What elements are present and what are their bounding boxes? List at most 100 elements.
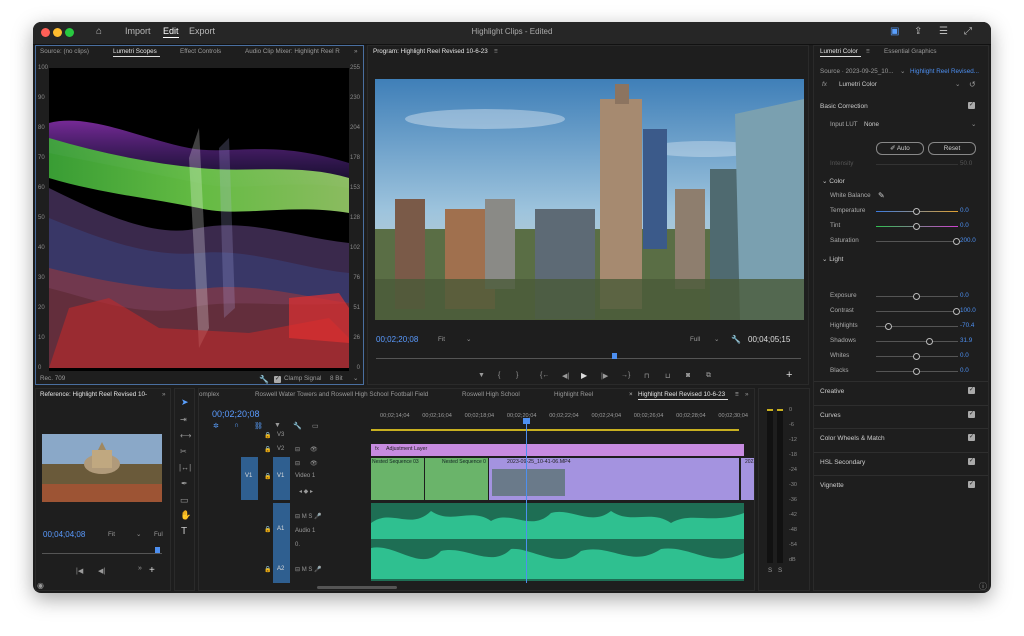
fx-badge[interactable]: fx (822, 81, 827, 88)
param-value[interactable]: 0.0 (960, 222, 969, 229)
timeline-menu-icon[interactable]: ≡ (735, 391, 739, 398)
track-a2-controls[interactable]: ⊟ M S 🎤 (295, 566, 322, 573)
timeline-playhead[interactable] (526, 418, 527, 583)
tab-program[interactable]: Program: Highlight Reel Revised 10-6-23 (373, 48, 488, 55)
reference-scrub-bar[interactable] (42, 553, 162, 554)
panel-overflow-icon[interactable]: » (162, 391, 166, 398)
reset-button[interactable]: Reset (928, 142, 976, 155)
reference-timecode[interactable]: 00;04;04;08 (43, 530, 85, 539)
timeline-scroll-bar[interactable] (317, 586, 397, 589)
timeline-tab[interactable]: Roswell High School (462, 391, 520, 398)
tab-effect-controls[interactable]: Effect Controls (180, 48, 221, 55)
info-icon[interactable]: ⓘ (979, 581, 987, 592)
ripple-edit-icon[interactable]: ⟷ (180, 431, 191, 440)
hand-tool-icon[interactable]: ✋ (180, 510, 191, 521)
param-slider-knob[interactable] (913, 208, 920, 215)
fullscreen-icon[interactable]: ⤢ (964, 27, 972, 37)
marker-icon[interactable]: ▼ (274, 422, 281, 429)
clip-adjustment-layer[interactable]: fx Adjustment Layer (371, 444, 744, 456)
tab-lumetri-color[interactable]: Lumetri Color (820, 48, 858, 55)
track-select-icon[interactable]: ⇥ (180, 415, 187, 424)
program-quality-select[interactable]: Full (690, 336, 700, 343)
param-slider[interactable] (876, 223, 958, 230)
effect-source-label[interactable]: Source · 2023-09-25_10... (820, 68, 894, 75)
go-to-out-icon[interactable]: →} (621, 372, 630, 379)
tab-audio-clip-mixer[interactable]: Audio Clip Mixer: Highlight Reel R (245, 48, 340, 55)
lumetri-section-checkbox[interactable]: ✓ (968, 387, 975, 394)
param-value[interactable]: 0.0 (960, 352, 969, 359)
timeline-ruler[interactable]: 00;02;14;04 00;02;16;04 00;02;18;04 00;02;2… (370, 413, 748, 428)
reference-fit-select[interactable]: Fit (108, 531, 115, 538)
timeline-tab[interactable]: Highlight Reel (554, 391, 593, 398)
param-slider[interactable] (876, 338, 958, 345)
reference-quality-select[interactable]: Ful (154, 531, 163, 538)
mark-out-icon[interactable]: } (516, 372, 518, 379)
timeline-playhead-handle[interactable] (523, 418, 530, 424)
program-scrub-bar[interactable] (376, 358, 801, 359)
effect-target-label[interactable]: Highlight Reel Revised... (910, 68, 979, 75)
param-slider[interactable] (876, 238, 960, 245)
program-fit-select[interactable]: Fit (438, 336, 445, 343)
go-to-in-icon[interactable]: {← (540, 372, 549, 379)
captions-icon[interactable]: ▭ (312, 422, 319, 430)
track-a2-lock-icon[interactable]: 🔒 (264, 566, 271, 573)
keyframe-nav-icon[interactable]: ◂ ◆ ▸ (299, 488, 313, 495)
linked-selection-icon[interactable]: ⛓ (254, 422, 263, 430)
param-slider-knob[interactable] (913, 353, 920, 360)
wrench-icon[interactable]: 🔧 (731, 335, 741, 344)
panel-overflow-icon[interactable]: » (138, 565, 142, 572)
reset-effect-icon[interactable]: ↺ (969, 80, 976, 89)
param-slider[interactable] (876, 293, 958, 300)
track-v1-eye-icon[interactable]: 👁 (310, 460, 318, 467)
program-timecode-in[interactable]: 00;02;20;08 (376, 335, 418, 344)
lumetri-section-checkbox[interactable]: ✓ (968, 481, 975, 489)
extract-icon[interactable]: ⊔ (665, 372, 670, 380)
status-icon[interactable]: ◉ (37, 581, 44, 590)
param-slider[interactable] (876, 323, 958, 330)
param-slider-knob[interactable] (913, 293, 920, 300)
step-forward-icon[interactable]: |▶ (601, 372, 608, 380)
add-marker-icon[interactable]: ▼ (478, 372, 485, 379)
bit-depth-chevron-icon[interactable]: ⌄ (353, 375, 358, 382)
wrench-icon[interactable]: 🔧 (259, 375, 269, 384)
effect-chevron-icon[interactable]: ⌄ (955, 81, 960, 88)
clip-nested-sequence-0[interactable]: Nested Sequence 0 (425, 458, 488, 500)
timeline-timecode[interactable]: 00;02;20;08 (212, 409, 260, 419)
input-lut-chevron-icon[interactable]: ⌄ (971, 121, 976, 128)
track-v2-sync-icon[interactable]: ⊟ (295, 446, 300, 453)
color-section-header[interactable]: ⌄ Color (822, 177, 845, 185)
meter-solo-left[interactable]: S (768, 567, 772, 574)
eyedropper-icon[interactable]: ✎ (878, 191, 885, 200)
param-value[interactable]: 0.0 (960, 207, 969, 214)
clamp-signal-checkbox[interactable]: ✓ (274, 376, 281, 383)
lumetri-section-checkbox[interactable]: ✓ (968, 457, 975, 465)
param-slider-knob[interactable] (913, 223, 920, 230)
rectangle-tool-icon[interactable]: ▭ (180, 495, 189, 506)
program-fit-chevron-icon[interactable]: ⌄ (466, 336, 471, 343)
lumetri-section-header[interactable]: Curves (820, 412, 841, 419)
light-section-header[interactable]: ⌄ Light (822, 255, 843, 263)
auto-button[interactable]: ✐ Auto (876, 142, 924, 155)
lumetri-section-header[interactable]: HSL Secondary (820, 459, 865, 466)
program-playhead[interactable] (612, 353, 617, 359)
lumetri-section-header[interactable]: Vignette (820, 482, 844, 489)
timeline-tab[interactable]: Highlight Reel Revised 10-6-23 (638, 391, 725, 398)
tab-reference[interactable]: Reference: Highlight Reel Revised 10- (40, 391, 147, 398)
panel-overflow-icon[interactable]: » (354, 48, 358, 55)
param-slider-knob[interactable] (925, 338, 933, 345)
timeline-tab[interactable]: omplex (199, 391, 219, 398)
tab-essential-graphics[interactable]: Essential Graphics (884, 48, 937, 55)
step-back-icon[interactable]: |◀ (76, 567, 83, 575)
play-back-icon[interactable]: ◀| (98, 567, 105, 575)
param-value[interactable]: 0.0 (960, 292, 969, 299)
param-slider-knob[interactable] (953, 308, 960, 315)
step-back-icon[interactable]: ◀| (562, 372, 569, 380)
track-v2-eye-icon[interactable]: 👁 (310, 446, 318, 453)
param-value[interactable]: 200.0 (960, 237, 976, 244)
lumetri-section-checkbox[interactable]: ✓ (968, 434, 975, 442)
param-value[interactable]: 100.0 (960, 307, 976, 314)
param-slider[interactable] (876, 368, 958, 375)
razor-tool-icon[interactable]: ✂ (180, 447, 187, 456)
add-button-icon[interactable]: + (786, 369, 792, 381)
reference-fit-chevron-icon[interactable]: ⌄ (136, 531, 141, 538)
